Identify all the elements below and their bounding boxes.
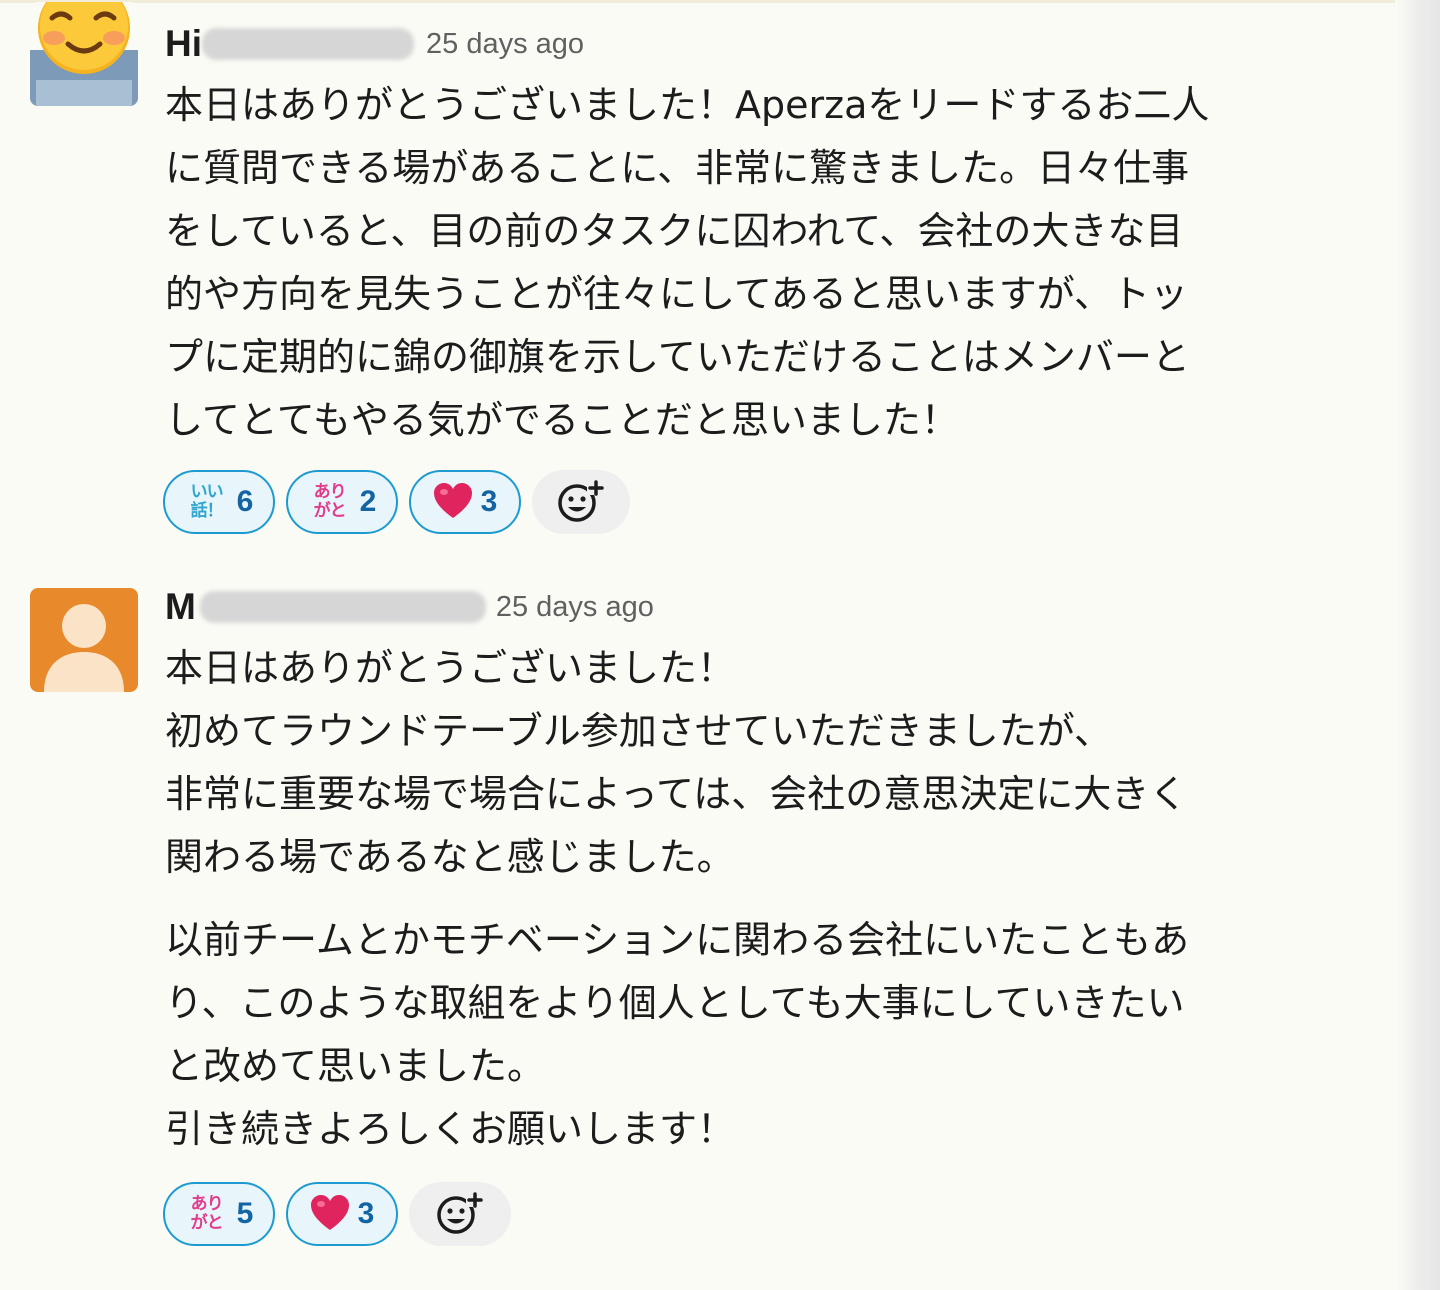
message-line: 引き続きよろしくお願いします！	[165, 1107, 736, 1151]
message-line: 関わる場であるなと感じました。	[165, 835, 735, 879]
top-divider	[0, 0, 1440, 3]
add-emoji-icon	[558, 480, 605, 522]
reaction-bar: ありがと 5 3	[163, 1182, 511, 1246]
reaction-count: 3	[357, 1197, 375, 1230]
heart-icon	[310, 1195, 349, 1230]
message-line: 的や方向を見失うことが往々にしてあると思いますが、トッ	[165, 272, 1188, 316]
reaction-iihanashi[interactable]: いい話！ 6	[163, 470, 275, 534]
default-user-avatar-icon	[30, 588, 138, 692]
redacted-name	[196, 587, 488, 627]
redacted-name	[202, 24, 422, 64]
avatar[interactable]	[30, 2, 138, 106]
arigato-emoji-icon: ありがと	[190, 1194, 224, 1233]
message-line: 初めてラウンドテーブル参加させていただきましたが、	[165, 709, 1112, 753]
reaction-heart[interactable]: 3	[409, 470, 521, 534]
message-line: に質問できる場があることに、非常に驚きました。日々仕事	[165, 146, 1190, 190]
reaction-arigato[interactable]: ありがと 5	[163, 1182, 275, 1246]
reaction-arigato[interactable]: ありがと 2	[286, 470, 398, 534]
timestamp[interactable]: 25 days ago	[426, 28, 584, 61]
reaction-count: 3	[480, 485, 498, 518]
message-line: プに定期的に錦の御旗を示していただけることはメンバーと	[165, 335, 1190, 379]
message-header: Hi 25 days ago	[165, 23, 584, 65]
message-line: をしていると、目の前のタスクに囚われて、会社の大きな目	[165, 209, 1184, 253]
avatar[interactable]	[30, 588, 138, 692]
message-line: 本日はありがとうございました！	[165, 646, 736, 690]
reaction-count: 6	[236, 485, 254, 518]
reaction-heart[interactable]: 3	[286, 1182, 398, 1246]
message-header: M 25 days ago	[165, 586, 654, 628]
timestamp[interactable]: 25 days ago	[496, 591, 654, 624]
arigato-emoji-icon: ありがと	[313, 482, 347, 521]
iihanashi-emoji-icon: いい話！	[190, 482, 224, 521]
message-line: 非常に重要な場で場合によっては、会社の意思決定に大きく	[165, 772, 1188, 816]
add-reaction-button[interactable]	[409, 1182, 511, 1246]
message-body: 本日はありがとうございました！ 初めてラウンドテーブル参加させていただきましたが…	[165, 637, 1380, 1161]
reaction-bar: いい話！ 6 ありがと 2 3	[163, 470, 630, 534]
scrollbar-track[interactable]	[1395, 0, 1440, 1290]
message-line: 以前チームとかモチベーションに関わる会社にいたこともあ	[165, 918, 1190, 962]
heart-icon	[433, 483, 472, 518]
message-line: り、このような取組をより個人としても大事にしていきたい	[165, 981, 1185, 1025]
message-line: と改めて思いました。	[165, 1044, 546, 1088]
author-name[interactable]: M	[165, 586, 196, 628]
reaction-count: 2	[359, 485, 377, 518]
author-name[interactable]: Hi	[165, 23, 202, 65]
message-body: 本日はありがとうございました！Aperzaをリードするお二人 に質問できる場があ…	[165, 74, 1380, 452]
message-line: してとてもやる気がでることだと思いました！	[165, 398, 959, 442]
add-reaction-button[interactable]	[532, 470, 630, 534]
add-emoji-icon	[437, 1192, 484, 1234]
emoji-face-avatar-icon	[30, 2, 138, 106]
reaction-count: 5	[236, 1197, 254, 1230]
message-line: 本日はありがとうございました！Aperzaをリードするお二人	[165, 83, 1210, 127]
